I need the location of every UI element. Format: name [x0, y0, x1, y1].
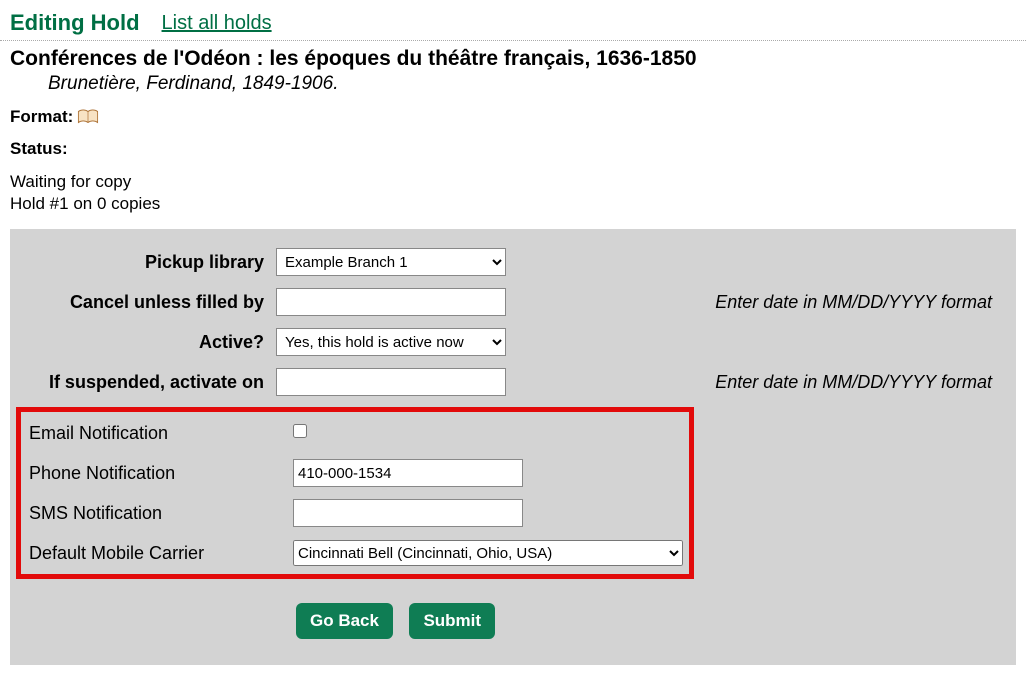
record-meta: Format: Status:	[0, 107, 1026, 159]
cancel-date-label: Cancel unless filled by	[16, 292, 276, 313]
email-notif-checkbox[interactable]	[293, 424, 307, 438]
record-title-row: Conférences de l'Odéon : les époques du …	[0, 41, 1026, 71]
status-block: Waiting for copy Hold #1 on 0 copies	[0, 171, 1026, 229]
pickup-library-select[interactable]: Example Branch 1	[276, 248, 506, 276]
phone-notif-label: Phone Notification	[25, 463, 293, 484]
page-header: Editing Hold List all holds	[0, 0, 1026, 41]
go-back-button[interactable]: Go Back	[296, 603, 393, 639]
status-label: Status:	[10, 139, 68, 159]
active-label: Active?	[16, 332, 276, 353]
suspend-label: If suspended, activate on	[16, 372, 276, 393]
page-title: Editing Hold	[10, 10, 140, 36]
sms-notif-input[interactable]	[293, 499, 523, 527]
cancel-date-hint: Enter date in MM/DD/YYYY format	[715, 292, 1010, 313]
record-author: Brunetière, Ferdinand, 1849-1906.	[0, 71, 1026, 107]
format-label: Format:	[10, 107, 73, 127]
carrier-label: Default Mobile Carrier	[25, 543, 293, 564]
cancel-date-input[interactable]	[276, 288, 506, 316]
status-line-2: Hold #1 on 0 copies	[10, 193, 1016, 215]
record-title: Conférences de l'Odéon : les époques du …	[10, 47, 697, 70]
list-holds-link[interactable]: List all holds	[162, 12, 272, 35]
edit-form: Pickup library Example Branch 1 Cancel u…	[10, 229, 1016, 665]
suspend-date-input[interactable]	[276, 368, 506, 396]
status-line-1: Waiting for copy	[10, 171, 1016, 193]
suspend-date-hint: Enter date in MM/DD/YYYY format	[715, 372, 1010, 393]
email-notif-label: Email Notification	[25, 423, 293, 444]
sms-notif-label: SMS Notification	[25, 503, 293, 524]
notification-highlight: Email Notification Phone Notification SM…	[16, 407, 694, 579]
active-select[interactable]: Yes, this hold is active now	[276, 328, 506, 356]
phone-notif-input[interactable]	[293, 459, 523, 487]
pickup-library-label: Pickup library	[16, 252, 276, 273]
action-buttons: Go Back Submit	[16, 603, 1010, 639]
book-icon	[77, 108, 99, 126]
submit-button[interactable]: Submit	[409, 603, 495, 639]
carrier-select[interactable]: Cincinnati Bell (Cincinnati, Ohio, USA)	[293, 540, 683, 566]
